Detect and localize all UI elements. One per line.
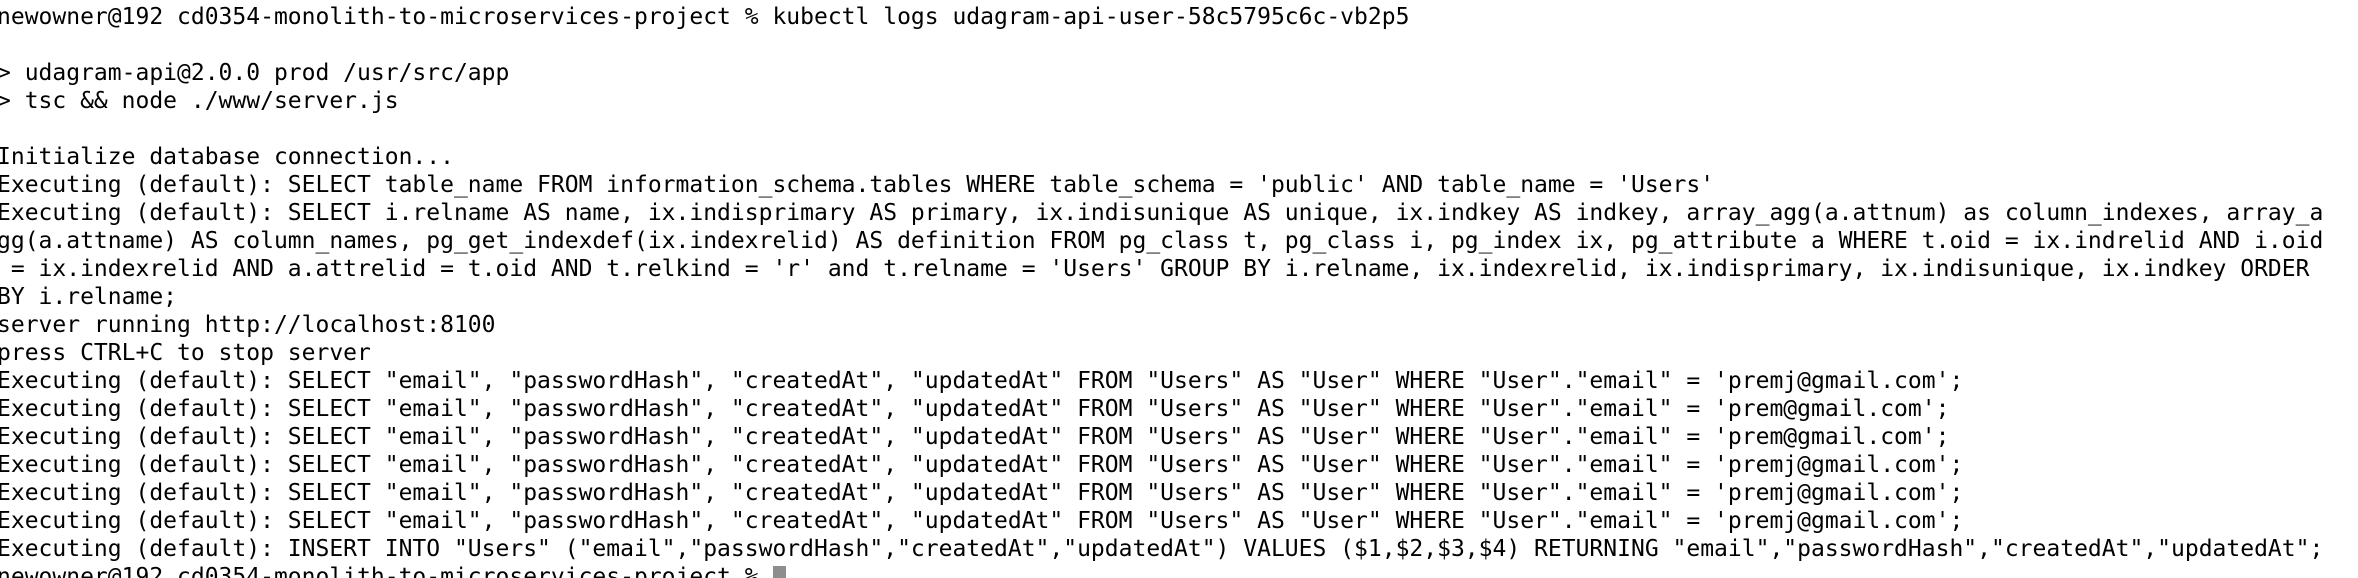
terminal-line: > udagram-api@2.0.0 prod /usr/src/app <box>0 60 510 86</box>
terminal-line: Executing (default): SELECT "email", "pa… <box>0 368 1964 394</box>
terminal-line-command: newowner@192 cd0354-monolith-to-microser… <box>0 4 1410 30</box>
terminal-line: Initialize database connection... <box>0 144 454 170</box>
terminal-line: Executing (default): SELECT i.relname AS… <box>0 200 2324 226</box>
terminal-line: BY i.relname; <box>0 284 178 310</box>
terminal-line: Executing (default): SELECT table_name F… <box>0 172 1715 198</box>
terminal-line: Executing (default): SELECT "email", "pa… <box>0 396 1950 422</box>
terminal-line: press CTRL+C to stop server <box>0 340 371 366</box>
terminal-line: gg(a.attname) AS column_names, pg_get_in… <box>0 228 2324 254</box>
terminal-line: Executing (default): SELECT "email", "pa… <box>0 424 1950 450</box>
terminal-line: Executing (default): SELECT "email", "pa… <box>0 480 1964 506</box>
terminal-line: Executing (default): SELECT "email", "pa… <box>0 452 1964 478</box>
terminal-output: newowner@192 cd0354-monolith-to-microser… <box>0 3 2358 578</box>
terminal-line: server running http://localhost:8100 <box>0 312 496 338</box>
terminal-line: Executing (default): SELECT "email", "pa… <box>0 508 1964 534</box>
terminal-line: > tsc && node ./www/server.js <box>0 88 399 114</box>
terminal-line: Executing (default): INSERT INTO "Users"… <box>0 536 2324 562</box>
terminal-window[interactable]: newowner@192 cd0354-monolith-to-microser… <box>0 0 2358 578</box>
terminal-prompt: newowner@192 cd0354-monolith-to-microser… <box>0 564 773 578</box>
terminal-prompt-line[interactable]: newowner@192 cd0354-monolith-to-microser… <box>0 563 2358 578</box>
terminal-cursor <box>773 566 787 578</box>
terminal-line: = ix.indexrelid AND a.attrelid = t.oid A… <box>0 256 2310 282</box>
